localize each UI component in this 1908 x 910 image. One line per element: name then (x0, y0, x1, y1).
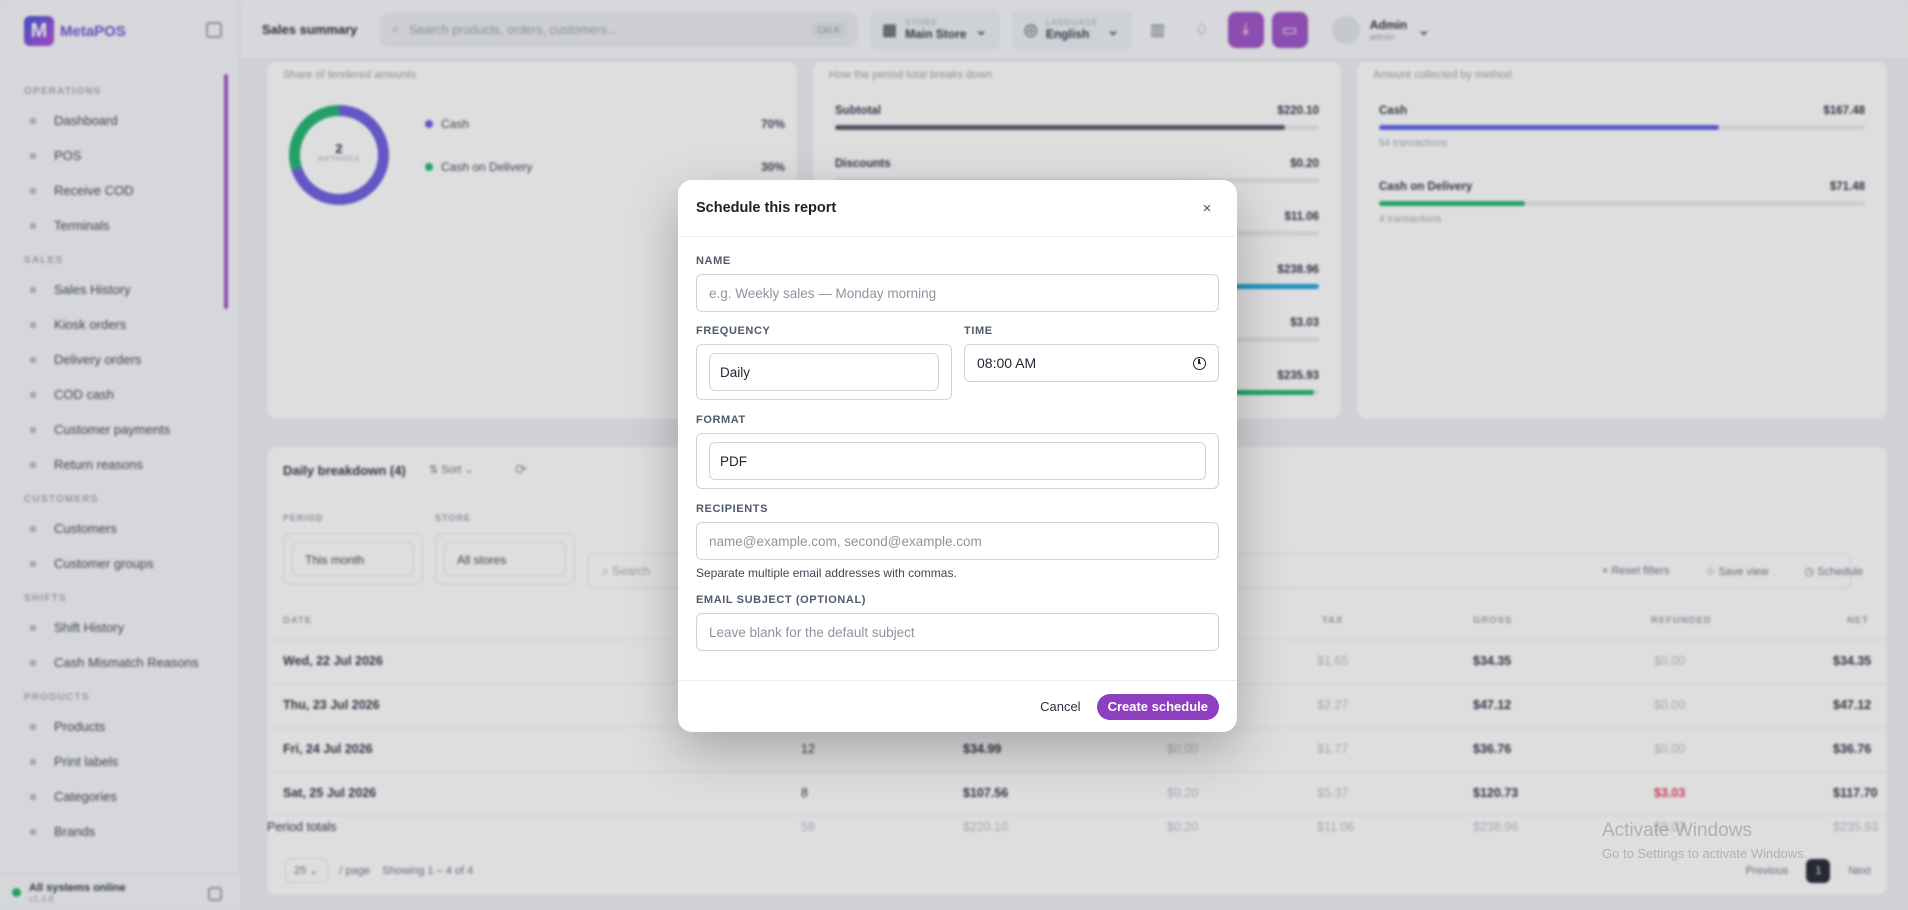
time-input[interactable]: 08:00 AM (964, 344, 1219, 382)
frequency-label: FREQUENCY (696, 325, 771, 337)
create-schedule-button[interactable]: Create schedule (1096, 693, 1219, 720)
dialog-body: NAME FREQUENCY Daily TIME 08:00 AM FORMA… (678, 237, 1237, 651)
cancel-button[interactable]: Cancel (1040, 699, 1080, 714)
format-select[interactable]: PDF (709, 442, 1206, 480)
format-label: FORMAT (696, 414, 746, 426)
email-subject-input[interactable] (696, 613, 1219, 651)
dialog-title: Schedule this report (696, 200, 837, 216)
time-value: 08:00 AM (977, 355, 1037, 371)
recipients-input[interactable] (696, 522, 1219, 560)
dialog-footer: Cancel Create schedule (678, 680, 1237, 732)
name-input[interactable] (696, 274, 1219, 312)
clock-icon[interactable] (1193, 356, 1206, 370)
format-field: PDF (696, 433, 1219, 489)
schedule-report-dialog: Schedule this report × NAME FREQUENCY Da… (678, 180, 1237, 732)
close-icon[interactable]: × (1195, 196, 1219, 220)
windows-activation-watermark: Activate Windows Go to Settings to activ… (1602, 820, 1807, 861)
frequency-field: Daily (696, 344, 952, 400)
frequency-select[interactable]: Daily (709, 353, 939, 391)
dialog-header: Schedule this report × (678, 180, 1237, 237)
watermark-line-2: Go to Settings to activate Windows. (1602, 846, 1808, 861)
recipients-hint: Separate multiple email addresses with c… (696, 566, 957, 580)
watermark-line-1: Activate Windows (1602, 820, 1752, 841)
time-label: TIME (964, 325, 993, 337)
email-subject-label: EMAIL SUBJECT (OPTIONAL) (696, 594, 867, 606)
recipients-label: RECIPIENTS (696, 503, 769, 515)
name-label: NAME (696, 255, 731, 267)
